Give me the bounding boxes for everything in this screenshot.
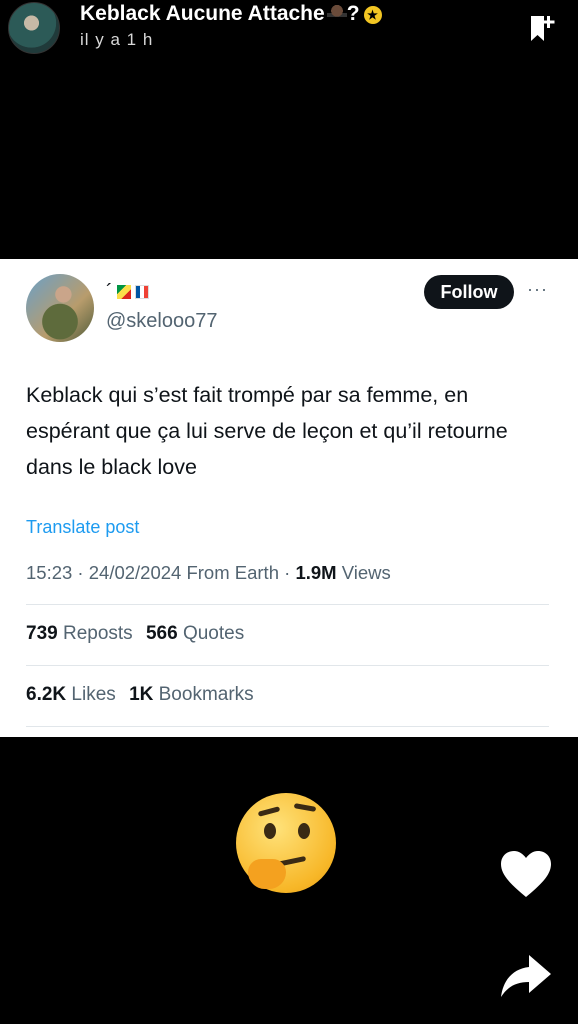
emoji-eye [298,823,310,839]
tweet-timestamp: 15:23 · 24/02/2024 From Earth · [26,562,296,583]
tweet-card: ´ @skelooo77 Follow ··· Keblack qui s’es… [0,259,578,737]
emoji-brow [293,803,317,812]
reposts-label: Reposts [57,623,133,644]
uploader-name-text: Keblack Aucune Attache [80,2,325,25]
quotes-count: 566 [145,623,178,644]
uploader-avatar[interactable] [8,2,60,54]
views-count: 1.9M [295,562,337,583]
likes-label: Likes [66,684,116,705]
follow-button[interactable]: Follow [424,275,514,309]
translate-post-link[interactable]: Translate post [26,517,139,538]
story-header: Keblack Aucune Attache? ★ il y a 1 h [0,0,578,60]
engagement-stats-row-1: 739 Reposts 566 Quotes [26,623,244,645]
thinking-face-emoji [236,793,336,893]
tweet-author-avatar[interactable] [26,274,94,342]
tweet-text: Keblack qui s’est fait trompé par sa fem… [26,383,508,479]
france-flag-icon [134,285,149,299]
quotes-label: Quotes [177,623,245,644]
tweet-display-name[interactable]: ´ [106,281,149,304]
likes-stat[interactable]: 6.2K Likes [26,684,116,705]
uploader-name[interactable]: Keblack Aucune Attache? ★ [80,2,382,26]
tweet-meta: 15:23 · 24/02/2024 From Earth · 1.9M Vie… [26,562,391,584]
reposts-count: 739 [26,623,58,644]
bookmark-add-icon[interactable] [528,12,556,44]
emoji-hand [248,859,286,889]
engagement-stats-row-2: 6.2K Likes 1K Bookmarks [26,684,254,706]
emoji-brow [257,806,281,817]
quotes-stat[interactable]: 566 Quotes [146,623,244,644]
uploader-name-suffix: ? [346,2,360,25]
ninja-emoji-icon [326,2,347,24]
star-badge-icon: ★ [363,6,382,24]
reposts-stat[interactable]: 739 Reposts [26,623,133,644]
bookmarks-count: 1K [129,684,154,705]
more-options-icon[interactable]: ··· [527,279,548,300]
congo-flag-icon [116,285,131,299]
bookmarks-label: Bookmarks [153,684,254,705]
divider [26,726,549,727]
bookmarks-stat[interactable]: 1K Bookmarks [129,684,254,705]
divider [26,665,549,666]
views-label: Views [336,562,391,583]
tweet-handle[interactable]: @skelooo77 [106,310,217,333]
emoji-eye [264,823,276,839]
post-time-ago: il y a 1 h [80,30,154,49]
divider [26,604,549,605]
heart-icon[interactable] [499,849,553,899]
share-icon[interactable] [499,953,553,999]
likes-count: 6.2K [26,684,67,705]
display-name-text: ´ [106,281,113,303]
